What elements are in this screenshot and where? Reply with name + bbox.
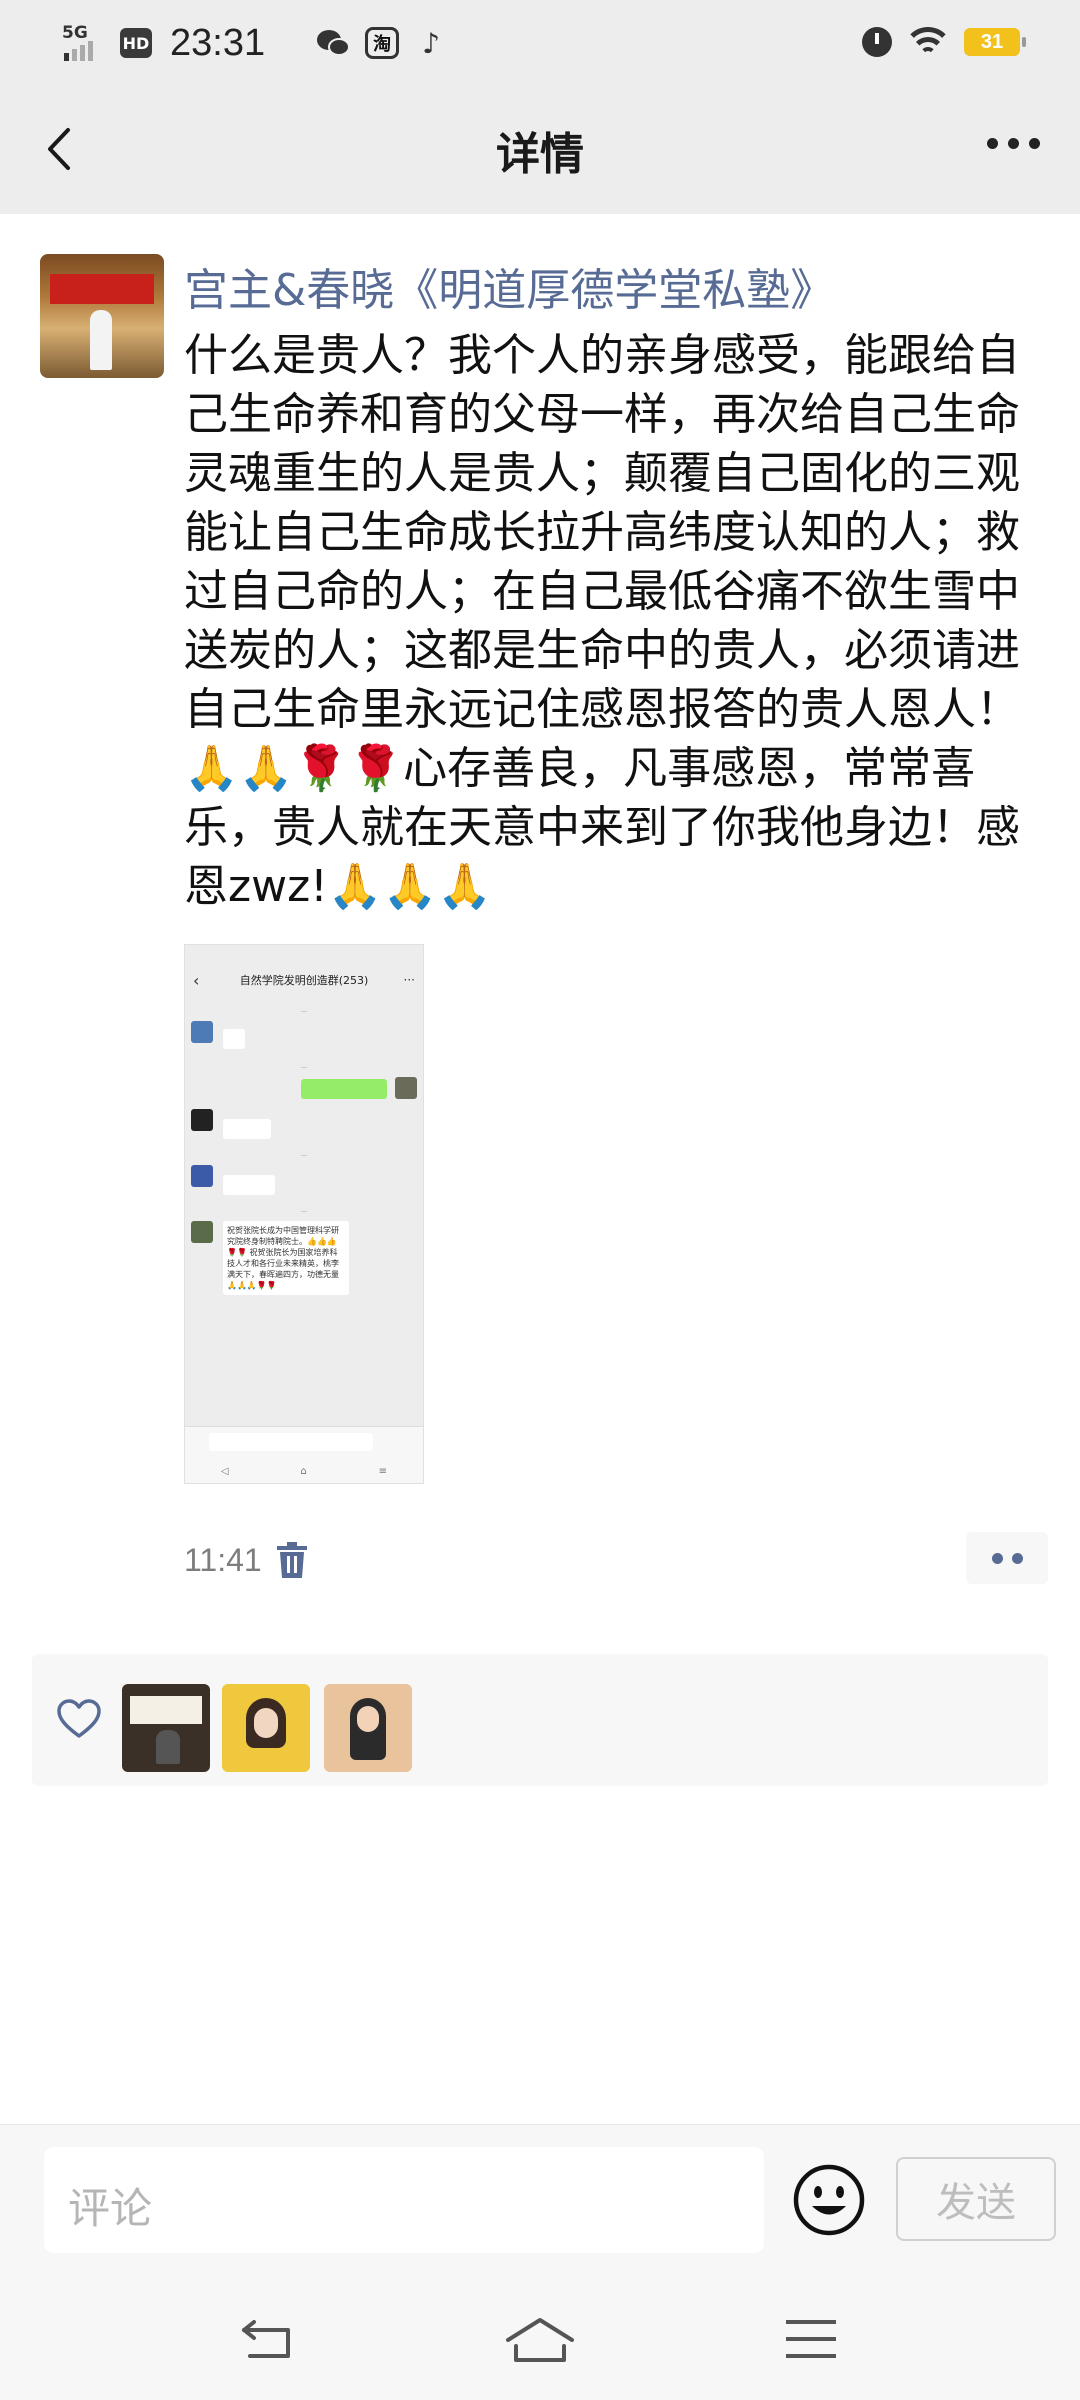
taobao-icon: 淘 [365,27,400,59]
dot-icon [1008,138,1019,149]
dot-icon [991,1552,1003,1564]
emoji-button[interactable] [792,2163,866,2237]
post-content: 什么是贵人？我个人的亲身感受，能跟给自己生命养和育的父母一样，再次给自己生命灵魂… [184,330,1020,912]
thumb-message [185,1165,423,1197]
avatar-figure [90,310,112,370]
thumb-message: 祝贺张院长成为中国管理科学研究院终身制特聘院士。👍👍👍🌹🌹 祝贺张院长为国家培养… [185,1221,423,1331]
trash-icon [277,1542,307,1578]
thumb-divider: — [300,1207,308,1215]
dot-icon [1029,138,1040,149]
comment-placeholder: 评论 [68,2184,153,2233]
author-avatar[interactable] [40,254,164,378]
thumb-system-nav: ◁ ⌂ ≡ [185,1459,423,1483]
thumb-chat-title: 自然学院发明创造群(253) [185,963,423,997]
liker-avatar[interactable] [324,1684,412,1772]
comment-bar: 评论 发送 [0,2124,1080,2281]
send-button[interactable]: 发送 [896,2157,1056,2241]
battery-indicator: 31 [964,28,1026,56]
hd-badge: HD [120,28,152,58]
system-nav-bar [0,2280,1080,2400]
delete-button[interactable] [276,1542,308,1578]
likes-panel [32,1654,1048,1786]
thumb-message-text: 祝贺张院长成为中国管理科学研究院终身制特聘院士。👍👍👍🌹🌹 祝贺张院长为国家培养… [223,1221,349,1295]
thumb-divider: — [300,1007,308,1015]
more-options-button[interactable] [987,138,1040,149]
wifi-icon [908,25,948,59]
cellular-signal-icon: 5G [62,23,106,63]
thumb-message [185,1021,423,1053]
author-name[interactable]: 宫主&春晓《明道厚德学堂私塾》 [184,254,834,318]
back-gesture-icon[interactable] [240,2316,298,2362]
thumb-status-bar [185,945,423,963]
wechat-icon [315,25,351,61]
tiktok-icon: ♪ [422,26,441,60]
thumb-message [185,1077,423,1109]
heart-icon [57,1699,101,1738]
avatar-banner [50,274,154,304]
network-type: 5G [62,23,88,43]
like-comment-button[interactable] [966,1532,1048,1584]
liker-avatar[interactable] [122,1684,210,1772]
thumb-divider: — [300,1151,308,1159]
status-time: 23:31 [170,21,266,64]
menu-icon[interactable] [784,2316,838,2362]
page-title: 详情 [496,129,584,180]
status-bar: 5G HD 23:31 淘 ♪ 31 [0,0,1080,84]
post-image[interactable]: 自然学院发明创造群(253) — — — — 祝贺张院长成为中国管理科学研究院终… [184,944,424,1484]
dot-icon [1011,1552,1023,1564]
liker-avatar[interactable] [222,1684,310,1772]
thumb-message [185,1109,423,1141]
post-time: 11:41 [184,1542,262,1578]
thumb-input-bar [185,1426,423,1459]
thumb-divider: — [300,1063,308,1071]
alarm-icon [862,27,892,57]
comment-input[interactable]: 评论 [44,2147,764,2253]
home-icon[interactable] [504,2316,576,2364]
nav-bar: 详情 [0,84,1080,214]
dot-icon [987,138,998,149]
